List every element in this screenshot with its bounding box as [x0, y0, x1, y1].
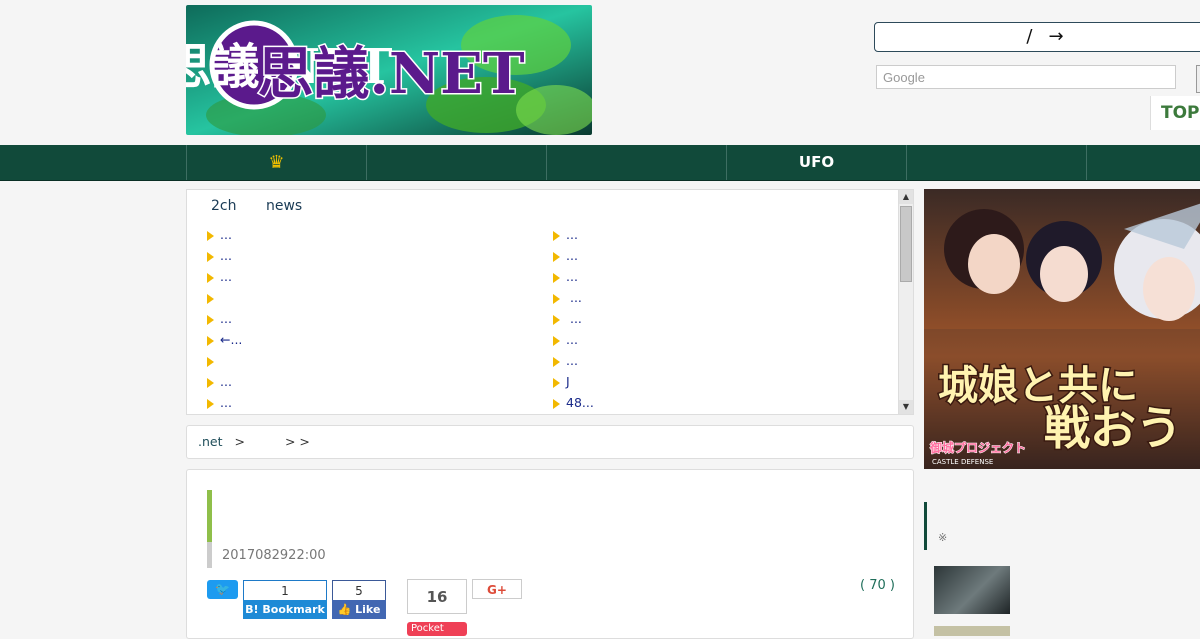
main-nav: ♛ UFO: [0, 145, 1200, 181]
tab-news[interactable]: news: [266, 198, 302, 214]
pocket-count: 16: [407, 579, 467, 614]
list-item[interactable]: ...: [553, 247, 883, 268]
triangle-bullet-icon: [553, 314, 560, 325]
list-item[interactable]: [207, 352, 537, 373]
facebook-like-button[interactable]: 👍 Like: [332, 600, 386, 619]
article-thumbnail[interactable]: [934, 566, 1010, 614]
hatena-count: 1: [243, 580, 327, 600]
twitter-icon: 🐦: [215, 582, 230, 596]
header-link-box[interactable]: / →: [874, 22, 1200, 52]
arrow-icon: →: [1048, 26, 1064, 47]
triangle-bullet-icon: [207, 251, 214, 262]
hatena-bookmark-button[interactable]: B! Bookmark: [243, 600, 327, 619]
triangle-bullet-icon: [207, 356, 214, 367]
logo-text: 思議.NET: [257, 41, 524, 107]
triangle-bullet-icon: [553, 398, 560, 409]
triangle-bullet-icon: [207, 272, 214, 283]
news-scrollbar[interactable]: ▲ ▼: [898, 190, 913, 414]
sidebar-section-header: [924, 502, 1200, 550]
list-item[interactable]: ...: [553, 352, 883, 373]
list-item[interactable]: ...: [207, 226, 537, 247]
ad-banner[interactable]: 城娘と共に 戦おう 御城プロジェクト CASTLE DEFENSE: [924, 189, 1200, 469]
scroll-thumb[interactable]: [900, 206, 912, 282]
nav-item-2[interactable]: [366, 145, 546, 180]
breadcrumb-separator: >: [234, 434, 245, 449]
list-item[interactable]: ←...: [207, 331, 537, 352]
nav-item-5[interactable]: [906, 145, 1086, 180]
triangle-bullet-icon: [207, 293, 214, 304]
triangle-bullet-icon: [553, 356, 560, 367]
list-item[interactable]: ...: [553, 310, 883, 331]
list-item[interactable]: ...: [553, 226, 883, 247]
breadcrumb: .net > > >: [186, 425, 914, 459]
slash-label: /: [1026, 26, 1033, 47]
triangle-bullet-icon: [553, 230, 560, 241]
list-item[interactable]: 48...: [553, 394, 883, 414]
list-item[interactable]: ...: [553, 331, 883, 352]
tab-2ch[interactable]: 2ch: [211, 198, 236, 214]
triangle-bullet-icon: [207, 377, 214, 388]
thumbs-up-icon: 👍: [337, 603, 352, 616]
crown-icon: ♛: [268, 152, 285, 173]
comment-count[interactable]: ( 70 ): [860, 578, 895, 593]
breadcrumb-separator: > >: [284, 434, 310, 449]
list-item[interactable]: [207, 289, 537, 310]
article-date: 2017082922:00: [222, 548, 326, 563]
nav-item-3[interactable]: [546, 145, 726, 180]
triangle-bullet-icon: [553, 377, 560, 388]
google-search-input[interactable]: Google: [876, 65, 1176, 89]
triangle-bullet-icon: [207, 398, 214, 409]
nav-item-ufo[interactable]: UFO: [726, 145, 906, 180]
news-column-left: ... ... ... ... ←... ... ...: [207, 226, 537, 414]
triangle-bullet-icon: [207, 335, 214, 346]
news-list-box: 2ch news ... ... ... ... ←... ... ... ..…: [186, 189, 914, 415]
site-logo[interactable]: 不思議.NET 思議.NET: [186, 5, 592, 135]
google-plus-button[interactable]: G+: [472, 579, 522, 599]
ad-game-logo-sub: CASTLE DEFENSE: [932, 458, 993, 466]
list-item[interactable]: J: [553, 373, 883, 394]
breadcrumb-home[interactable]: .net: [198, 434, 223, 449]
logo-graphic: 不思議.NET 思議.NET: [186, 5, 592, 135]
triangle-bullet-icon: [207, 230, 214, 241]
ad-game-logo: 御城プロジェクト: [929, 440, 1026, 455]
pocket-button[interactable]: Pocket: [407, 622, 467, 636]
list-item[interactable]: ...: [207, 373, 537, 394]
twitter-share-button[interactable]: 🐦: [207, 580, 238, 599]
triangle-bullet-icon: [553, 293, 560, 304]
title-accent-bar: [207, 490, 212, 542]
triangle-bullet-icon: [207, 314, 214, 325]
list-item[interactable]: ...: [553, 268, 883, 289]
top-link[interactable]: TOP: [1150, 96, 1200, 130]
triangle-bullet-icon: [553, 335, 560, 346]
triangle-bullet-icon: [553, 251, 560, 262]
nav-item-ranking[interactable]: ♛: [186, 145, 366, 180]
news-column-right: ... ... ... ... ... ... ... J 48...: [553, 226, 883, 414]
article-thumbnail[interactable]: [934, 626, 1010, 636]
sidebar-note: ※: [938, 531, 948, 544]
list-item[interactable]: ...: [553, 289, 883, 310]
date-accent-bar: [207, 542, 212, 568]
ad-headline-2: 戦おう: [1044, 401, 1182, 455]
nav-item-6[interactable]: [1086, 145, 1200, 180]
facebook-count: 5: [332, 580, 386, 600]
scroll-up-icon[interactable]: ▲: [899, 190, 913, 204]
search-button[interactable]: [1196, 65, 1200, 93]
list-item[interactable]: ...: [207, 310, 537, 331]
list-item[interactable]: ...: [207, 268, 537, 289]
list-item[interactable]: ...: [207, 247, 537, 268]
triangle-bullet-icon: [553, 272, 560, 283]
ad-illustration: 城娘と共に 戦おう 御城プロジェクト CASTLE DEFENSE: [924, 189, 1200, 469]
scroll-down-icon[interactable]: ▼: [899, 400, 913, 414]
list-item[interactable]: ...: [207, 394, 537, 414]
